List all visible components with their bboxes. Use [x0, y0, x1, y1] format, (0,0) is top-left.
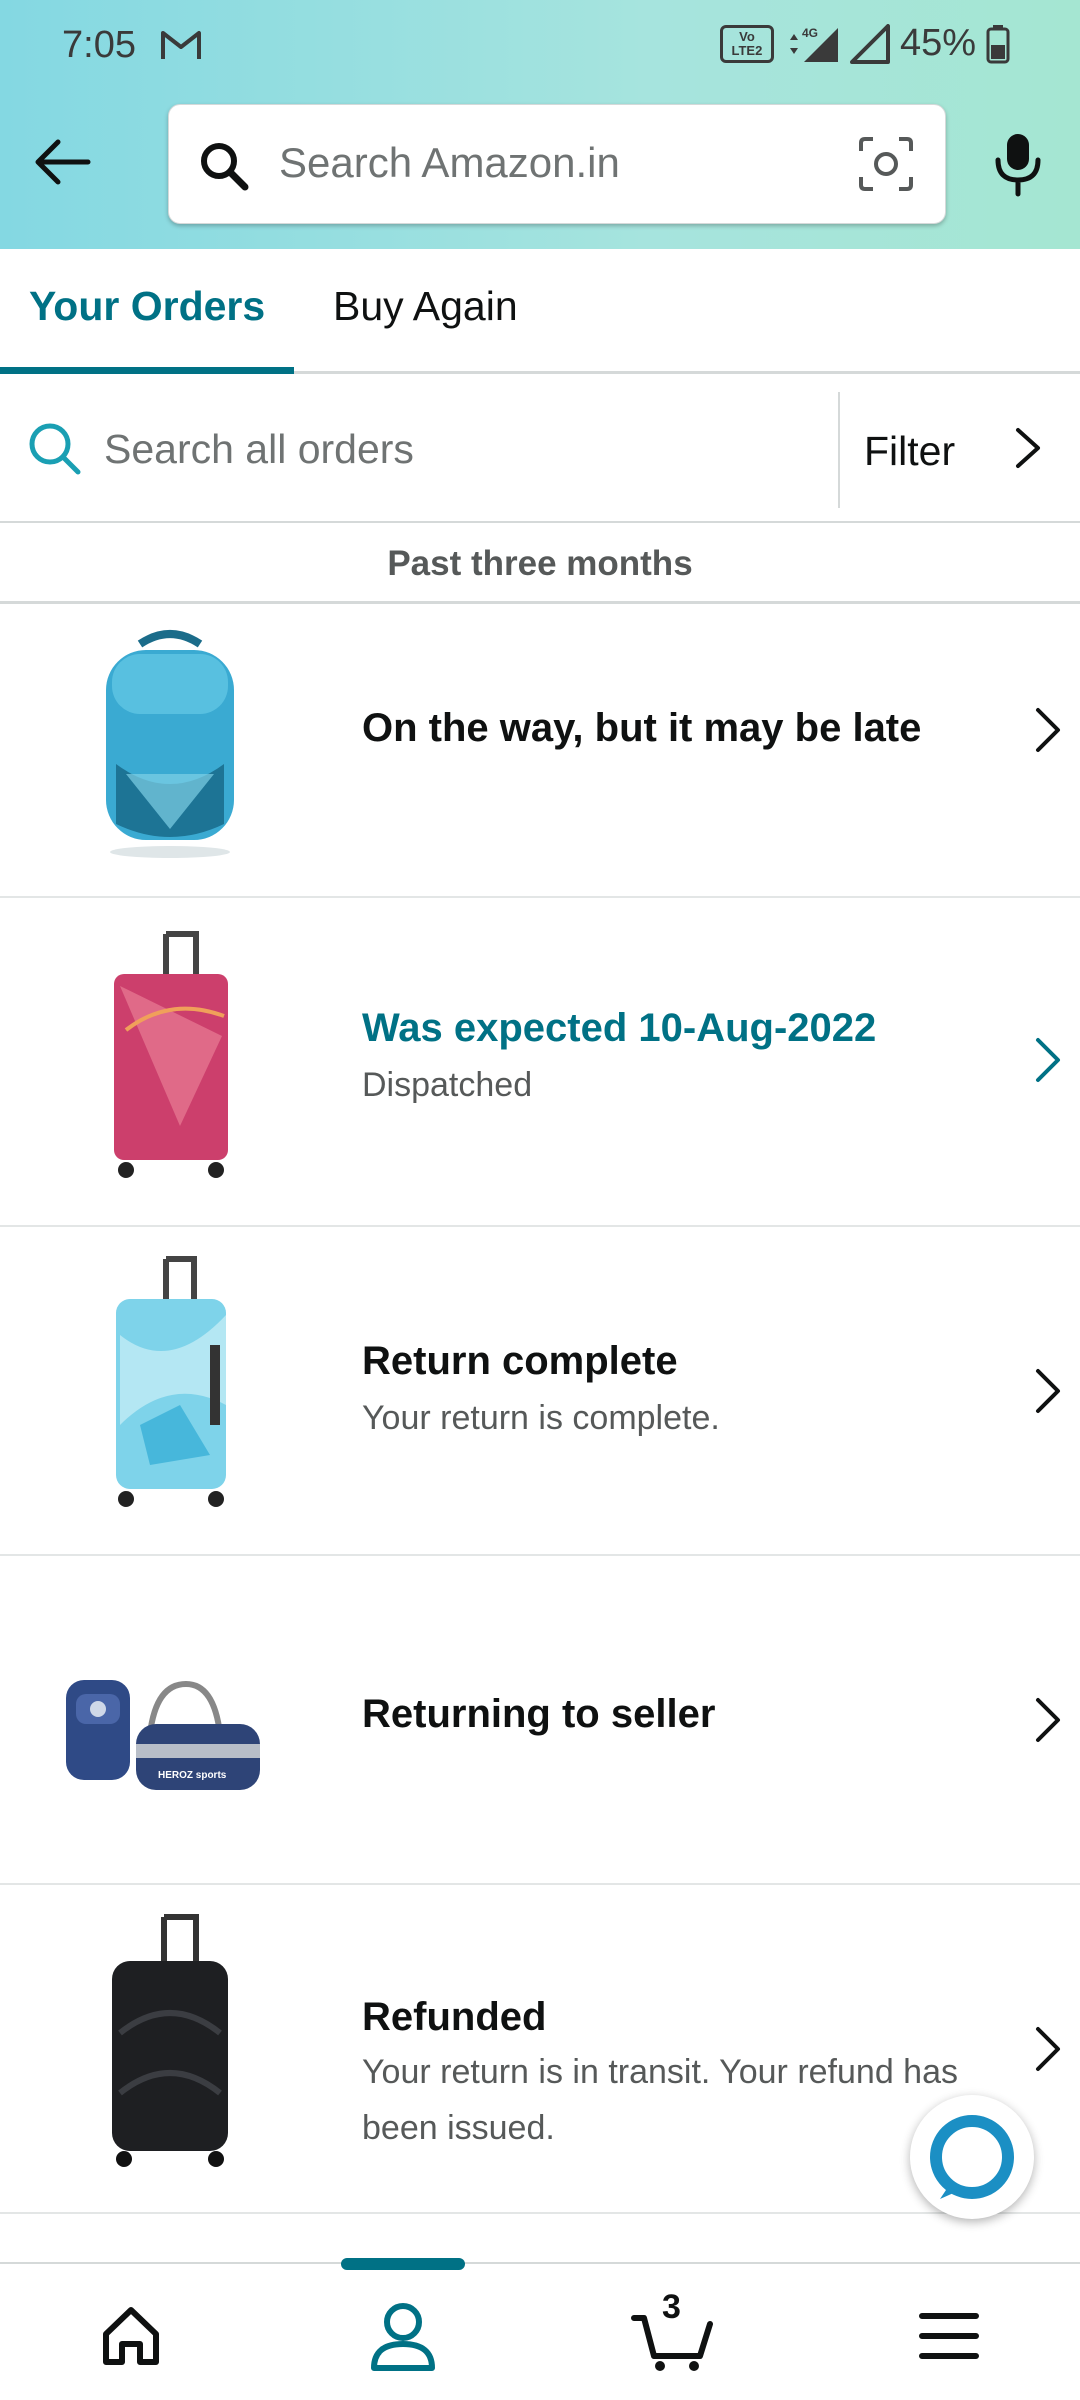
order-status: Refunded Your return is in transit. Your… — [362, 1995, 982, 2156]
status-time: 7:05 — [62, 24, 136, 66]
chevron-right-icon — [1036, 708, 1060, 752]
backpack-and-duffel-bag-image: HEROZ sports — [66, 1680, 260, 1790]
tab-your-orders[interactable]: Your Orders — [29, 283, 265, 330]
search-icon — [201, 143, 249, 191]
divider — [838, 392, 840, 508]
camera-search-icon[interactable] — [857, 135, 915, 193]
volte-icon: Vo LTE2 — [719, 24, 774, 63]
cart-button[interactable]: 3 — [630, 2288, 720, 2374]
svg-text:HEROZ sports: HEROZ sports — [158, 1770, 227, 1781]
order-row[interactable]: Return complete Your return is complete. — [0, 1227, 1080, 1556]
pink-suitcase-image — [114, 931, 228, 1178]
search-icon — [29, 423, 81, 475]
order-status-title: Refunded — [362, 1995, 547, 2039]
alexa-button[interactable] — [910, 2095, 1034, 2219]
filter-button[interactable]: Filter — [842, 376, 1080, 521]
order-row[interactable]: On the way, but it may be late — [0, 606, 1080, 898]
order-status-subtitle: Your return is complete. — [362, 1399, 720, 1437]
back-arrow-icon[interactable] — [30, 130, 94, 194]
order-status: Returning to seller — [362, 1692, 982, 1737]
chevron-right-icon — [1036, 2027, 1060, 2071]
battery-percent: 45% — [899, 22, 976, 64]
order-status-title: Return complete — [362, 1339, 678, 1383]
search-placeholder: Search Amazon.in — [279, 139, 620, 186]
filter-label: Filter — [864, 428, 956, 474]
order-status-title: Was expected 10-Aug-2022 — [362, 1006, 877, 1050]
gmail-notification-icon — [161, 31, 201, 59]
search-orders-input[interactable]: Search all orders — [104, 426, 414, 473]
sky-blue-suitcase-image — [116, 1256, 226, 1507]
order-row[interactable]: Was expected 10-Aug-2022 Dispatched — [0, 898, 1080, 1227]
order-status-title: On the way, but it may be late — [362, 706, 922, 750]
orders-tabs: Your Orders Buy Again — [0, 249, 1080, 374]
amazon-search-bar[interactable]: Search Amazon.in — [168, 104, 946, 224]
active-nav-indicator — [341, 2258, 465, 2270]
time-period-label: Past three months — [0, 524, 1080, 604]
chevron-right-icon — [1036, 1698, 1060, 1742]
mobile-data-signal-icon: 4G — [789, 26, 838, 62]
header-bar: 7:05 Vo LTE2 4G 45% Search Amazon.in — [0, 0, 1080, 249]
home-icon[interactable] — [86, 2294, 176, 2374]
active-tab-indicator — [0, 367, 294, 374]
order-row[interactable]: HEROZ sports Returning to seller — [0, 1556, 1080, 1885]
menu-icon[interactable] — [904, 2294, 994, 2374]
order-status-subtitle: Your return is in transit. Your refund h… — [362, 2053, 958, 2147]
chevron-right-icon — [1036, 1369, 1060, 1413]
battery-icon — [986, 24, 1010, 63]
teal-backpack-image — [106, 630, 234, 858]
order-search-row: Search all orders Filter — [0, 376, 1080, 523]
order-status: On the way, but it may be late — [362, 706, 982, 751]
order-status-subtitle: Dispatched — [362, 1066, 533, 1104]
black-suitcase-image — [112, 1914, 228, 2167]
signal-icon — [849, 23, 890, 64]
alexa-icon — [930, 2115, 1014, 2199]
chevron-right-icon — [1036, 1038, 1060, 1082]
order-status-title: Returning to seller — [362, 1692, 716, 1736]
order-status: Return complete Your return is complete. — [362, 1339, 982, 1446]
chevron-right-icon — [1016, 428, 1040, 468]
status-indicators: Vo LTE2 4G 45% — [719, 22, 1010, 65]
svg-text:4G: 4G — [802, 26, 818, 40]
cart-count-badge: 3 — [662, 2288, 681, 2326]
status-bar: 7:05 Vo LTE2 4G 45% — [0, 0, 1080, 92]
order-status: Was expected 10-Aug-2022 Dispatched — [362, 1006, 982, 1113]
account-icon[interactable] — [358, 2294, 448, 2374]
tab-buy-again[interactable]: Buy Again — [333, 283, 518, 330]
bottom-navigation: 3 — [0, 2258, 1080, 2400]
microphone-icon[interactable] — [990, 130, 1046, 198]
